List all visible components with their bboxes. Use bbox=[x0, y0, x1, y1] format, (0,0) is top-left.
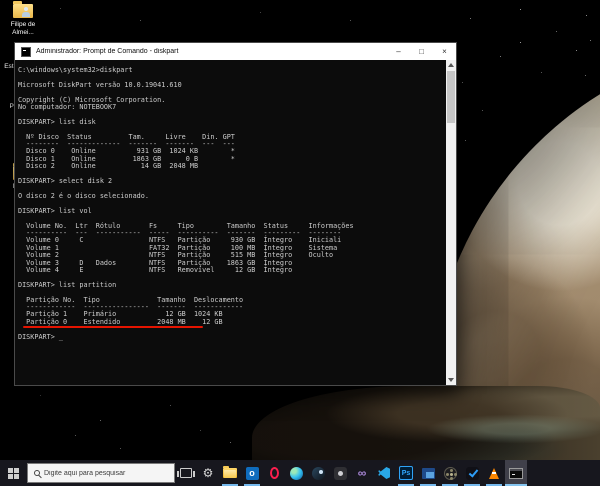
cmd-icon bbox=[509, 467, 523, 479]
file-explorer-icon bbox=[223, 466, 237, 478]
edge-button[interactable] bbox=[285, 460, 307, 486]
windows-logo-icon bbox=[7, 467, 19, 479]
console-scrollbar[interactable] bbox=[446, 60, 456, 385]
dark-app-icon bbox=[333, 466, 347, 480]
console-area[interactable]: C:\windows\system32>diskpart Microsoft D… bbox=[15, 60, 456, 385]
window-title: Administrador: Prompt de Comando - diskp… bbox=[36, 48, 179, 55]
scrollbar-thumb[interactable] bbox=[447, 71, 455, 123]
close-button[interactable]: × bbox=[433, 43, 456, 60]
opera-button[interactable] bbox=[263, 460, 285, 486]
cmd-window-icon bbox=[21, 46, 31, 57]
edge-icon bbox=[289, 466, 303, 480]
steam-icon bbox=[311, 466, 325, 480]
search-icon bbox=[34, 470, 40, 476]
desktop-icon-label: Filipe de Almei... bbox=[10, 21, 36, 36]
photoshop-icon: Ps bbox=[399, 466, 413, 480]
search-input[interactable] bbox=[44, 469, 162, 477]
console-output: C:\windows\system32>diskpart Microsoft D… bbox=[18, 66, 354, 341]
media-reel-icon bbox=[443, 466, 457, 480]
steam-button[interactable] bbox=[307, 460, 329, 486]
cmd-taskbar-button[interactable] bbox=[505, 460, 527, 486]
maximize-button[interactable]: □ bbox=[410, 43, 433, 60]
task-view-icon bbox=[177, 468, 195, 478]
movies-app-button[interactable] bbox=[417, 460, 439, 486]
movies-app-icon bbox=[421, 467, 435, 479]
scroll-down-arrow-icon[interactable] bbox=[448, 378, 454, 382]
screen: Filipe de Almei... Este Comp... Painel d… bbox=[0, 0, 600, 486]
file-explorer-button[interactable] bbox=[219, 460, 241, 486]
cmd-titlebar[interactable]: Administrador: Prompt de Comando - diskp… bbox=[15, 43, 456, 60]
blue-check-app-icon bbox=[465, 466, 479, 480]
scroll-up-arrow-icon[interactable] bbox=[448, 63, 454, 67]
outlook-button[interactable]: o bbox=[241, 460, 263, 486]
task-view-button[interactable] bbox=[175, 460, 197, 486]
photoshop-button[interactable]: Ps bbox=[395, 460, 417, 486]
vscode-icon bbox=[378, 467, 390, 479]
gear-icon: ⚙ bbox=[202, 466, 214, 480]
desktop: Filipe de Almei... Este Comp... Painel d… bbox=[0, 0, 600, 460]
outlook-icon: o bbox=[245, 466, 259, 480]
media-reel-button[interactable] bbox=[439, 460, 461, 486]
settings-button[interactable]: ⚙ bbox=[197, 460, 219, 486]
cmd-window: Administrador: Prompt de Comando - diskp… bbox=[14, 42, 457, 386]
opera-icon bbox=[269, 467, 279, 479]
blue-check-app-button[interactable] bbox=[461, 460, 483, 486]
start-button[interactable] bbox=[0, 460, 26, 486]
vscode-button[interactable] bbox=[373, 460, 395, 486]
vlc-icon bbox=[489, 467, 499, 479]
minimize-button[interactable]: – bbox=[387, 43, 410, 60]
user-folder-icon bbox=[12, 1, 34, 19]
desktop-icon-user-folder[interactable]: Filipe de Almei... bbox=[0, 1, 46, 36]
visual-studio-icon: ∞ bbox=[357, 466, 367, 480]
stars bbox=[0, 0, 1, 1]
taskbar: ⚙ o ∞ Ps bbox=[0, 460, 600, 486]
pluto-dark-terrain bbox=[252, 386, 600, 460]
red-annotation-underline bbox=[23, 326, 203, 328]
visual-studio-button[interactable]: ∞ bbox=[351, 460, 373, 486]
dark-app-button[interactable] bbox=[329, 460, 351, 486]
taskbar-search-box[interactable] bbox=[27, 463, 175, 483]
taskbar-apps: ⚙ o ∞ Ps bbox=[175, 460, 527, 486]
vlc-button[interactable] bbox=[483, 460, 505, 486]
